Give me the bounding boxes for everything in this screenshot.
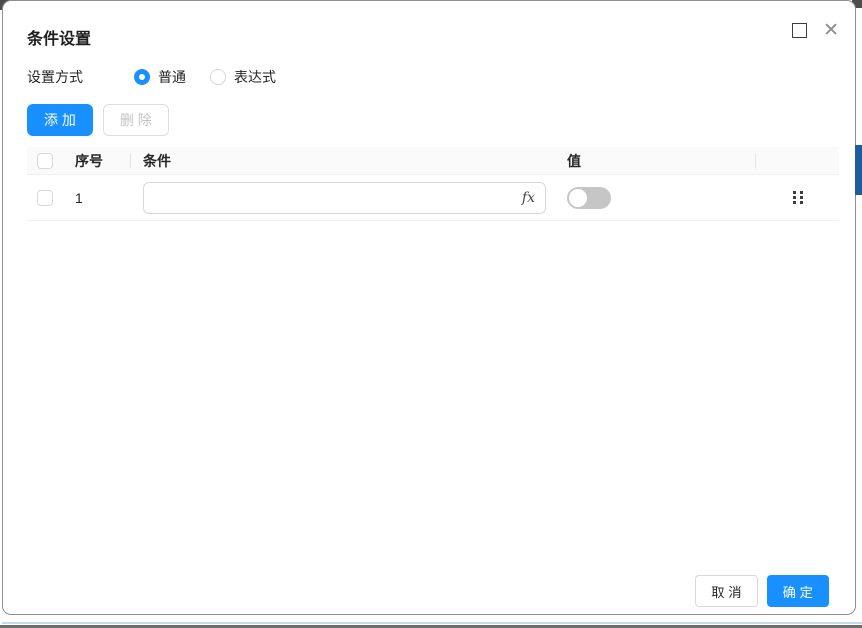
- condition-input[interactable]: [143, 182, 546, 214]
- dialog-footer: 取 消 确 定: [695, 575, 829, 607]
- table-row: 1 fx: [27, 175, 839, 221]
- window-controls: ✕: [792, 23, 839, 38]
- conditions-table: 序号 条件 值 1 fx: [27, 147, 839, 221]
- select-all-checkbox[interactable]: [37, 153, 53, 169]
- settings-mode-label: 设置方式: [27, 67, 134, 87]
- delete-button[interactable]: 删 除: [103, 104, 169, 136]
- dialog-title: 条件设置: [27, 25, 91, 49]
- radio-option-normal[interactable]: 普通: [134, 67, 186, 87]
- radio-option-normal-label: 普通: [158, 67, 186, 87]
- table-header-row: 序号 条件 值: [27, 147, 839, 175]
- backdrop-right-blue-block: [855, 145, 862, 195]
- cancel-button[interactable]: 取 消: [695, 575, 757, 607]
- header-index-cell: 序号: [63, 151, 131, 171]
- close-icon[interactable]: ✕: [823, 23, 839, 38]
- backdrop-bottom-blue-line: [2, 622, 862, 624]
- backdrop-right-strip: [856, 8, 862, 614]
- value-toggle-knob: [569, 189, 587, 207]
- row-checkbox[interactable]: [37, 190, 53, 206]
- row-index-cell: 1: [63, 190, 131, 206]
- radio-option-expression-label: 表达式: [234, 67, 276, 87]
- settings-mode-radio-group: 普通 表达式: [134, 67, 276, 87]
- radio-selected-icon[interactable]: [134, 69, 150, 85]
- radio-option-expression[interactable]: 表达式: [210, 67, 276, 87]
- settings-mode-row: 设置方式 普通 表达式: [27, 67, 276, 87]
- add-button[interactable]: 添 加: [27, 104, 93, 136]
- toolbar: 添 加 删 除: [27, 104, 169, 136]
- maximize-icon[interactable]: [792, 23, 807, 38]
- row-value-cell: [561, 187, 756, 209]
- drag-handle-icon[interactable]: [793, 191, 803, 204]
- value-toggle[interactable]: [567, 187, 611, 209]
- function-icon[interactable]: fx: [522, 190, 535, 206]
- condition-settings-dialog: 条件设置 ✕ 设置方式 普通 表达式 添 加 删 除 序号 条件 值: [2, 0, 856, 615]
- condition-input-wrap: fx: [143, 182, 546, 214]
- header-checkbox-cell: [27, 153, 63, 169]
- confirm-button[interactable]: 确 定: [767, 575, 829, 607]
- row-actions-cell: [756, 191, 839, 204]
- header-value-cell: 值: [561, 151, 756, 171]
- radio-unselected-icon[interactable]: [210, 69, 226, 85]
- row-checkbox-cell: [27, 190, 63, 206]
- header-condition-cell: 条件: [131, 151, 561, 171]
- row-condition-cell: fx: [131, 182, 561, 214]
